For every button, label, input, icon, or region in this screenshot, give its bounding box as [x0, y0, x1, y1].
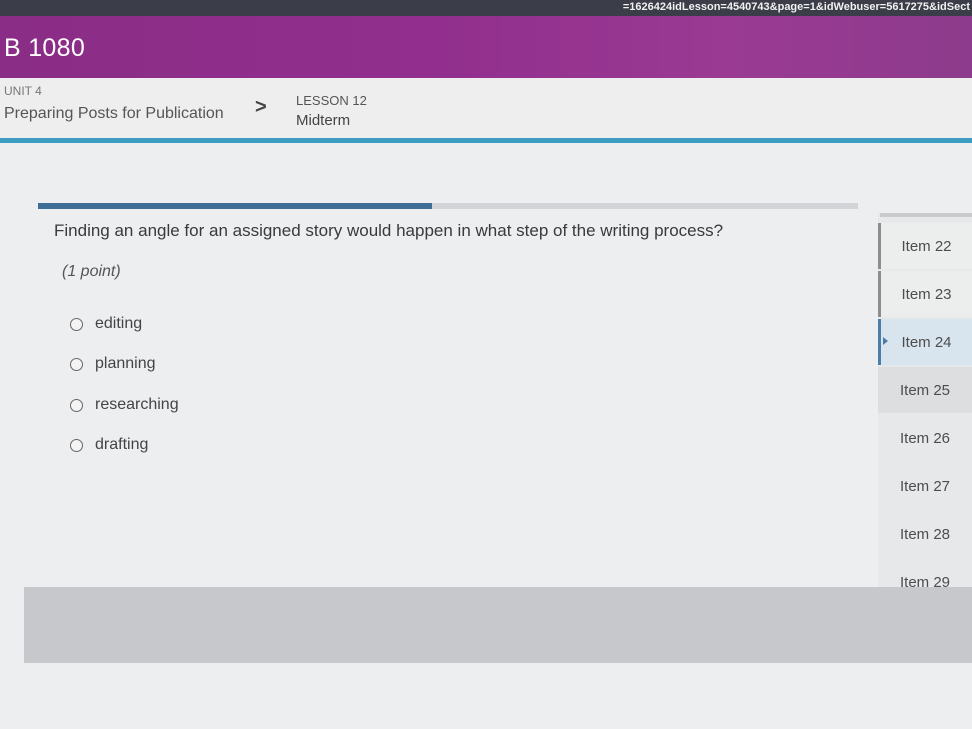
quiz-content: Finding an angle for an assigned story w…	[0, 143, 972, 729]
item-nav-item-28[interactable]: Item 28	[878, 511, 972, 557]
answer-label: drafting	[95, 436, 149, 453]
answer-option-planning[interactable]: planning	[70, 355, 156, 373]
item-nav-item-25[interactable]: Item 25	[878, 367, 972, 413]
lesson-title: Midterm	[296, 112, 351, 129]
radio-button[interactable]	[70, 398, 83, 412]
item-nav-divider	[880, 213, 972, 217]
question-text: Finding an angle for an assigned story w…	[54, 221, 724, 240]
quiz-progress-fill	[38, 203, 432, 209]
answer-label: editing	[95, 315, 143, 332]
unit-label: UNIT 4	[4, 84, 42, 98]
item-label: Item 24	[901, 333, 952, 351]
breadcrumb: UNIT 4 Preparing Posts for Publication >…	[0, 78, 972, 140]
answer-option-editing[interactable]: editing	[70, 315, 142, 333]
item-label: Item 23	[901, 285, 952, 303]
course-title: B 1080	[4, 34, 86, 62]
chevron-right-icon: >	[255, 96, 267, 118]
item-label: Item 26	[899, 429, 951, 447]
item-nav-item-23[interactable]: Item 23	[878, 271, 972, 317]
question-points: (1 point)	[62, 263, 121, 280]
answer-label: planning	[95, 355, 156, 372]
answer-label: researching	[95, 396, 179, 413]
item-label: Item 28	[899, 525, 951, 543]
item-label: Item 25	[899, 381, 951, 399]
unit-title-link[interactable]: Preparing Posts for Publication	[4, 105, 224, 123]
item-nav-item-26[interactable]: Item 26	[878, 415, 972, 461]
item-navigation: Item 22 Item 23 Item 24 Item 25 Item 26 …	[878, 213, 972, 599]
answer-option-researching[interactable]: researching	[70, 396, 179, 414]
radio-button[interactable]	[70, 438, 83, 452]
course-banner: B 1080	[0, 16, 972, 78]
item-nav-item-27[interactable]: Item 27	[878, 463, 972, 509]
item-label: Item 22	[901, 237, 952, 255]
quiz-progress-bar	[38, 203, 858, 209]
lesson-label: LESSON 12	[296, 93, 367, 108]
answer-option-drafting[interactable]: drafting	[70, 436, 148, 454]
radio-button[interactable]	[70, 317, 83, 331]
url-text: =1626424idLesson=4540743&page=1&idWebuse…	[622, 1, 970, 13]
item-label: Item 27	[899, 477, 951, 495]
quiz-footer-bar	[24, 587, 972, 663]
item-nav-item-24[interactable]: Item 24	[878, 319, 972, 365]
browser-url-bar[interactable]: =1626424idLesson=4540743&page=1&idWebuse…	[0, 0, 972, 16]
radio-button[interactable]	[70, 357, 83, 371]
item-nav-item-22[interactable]: Item 22	[878, 223, 972, 269]
current-item-caret-icon	[883, 337, 888, 345]
